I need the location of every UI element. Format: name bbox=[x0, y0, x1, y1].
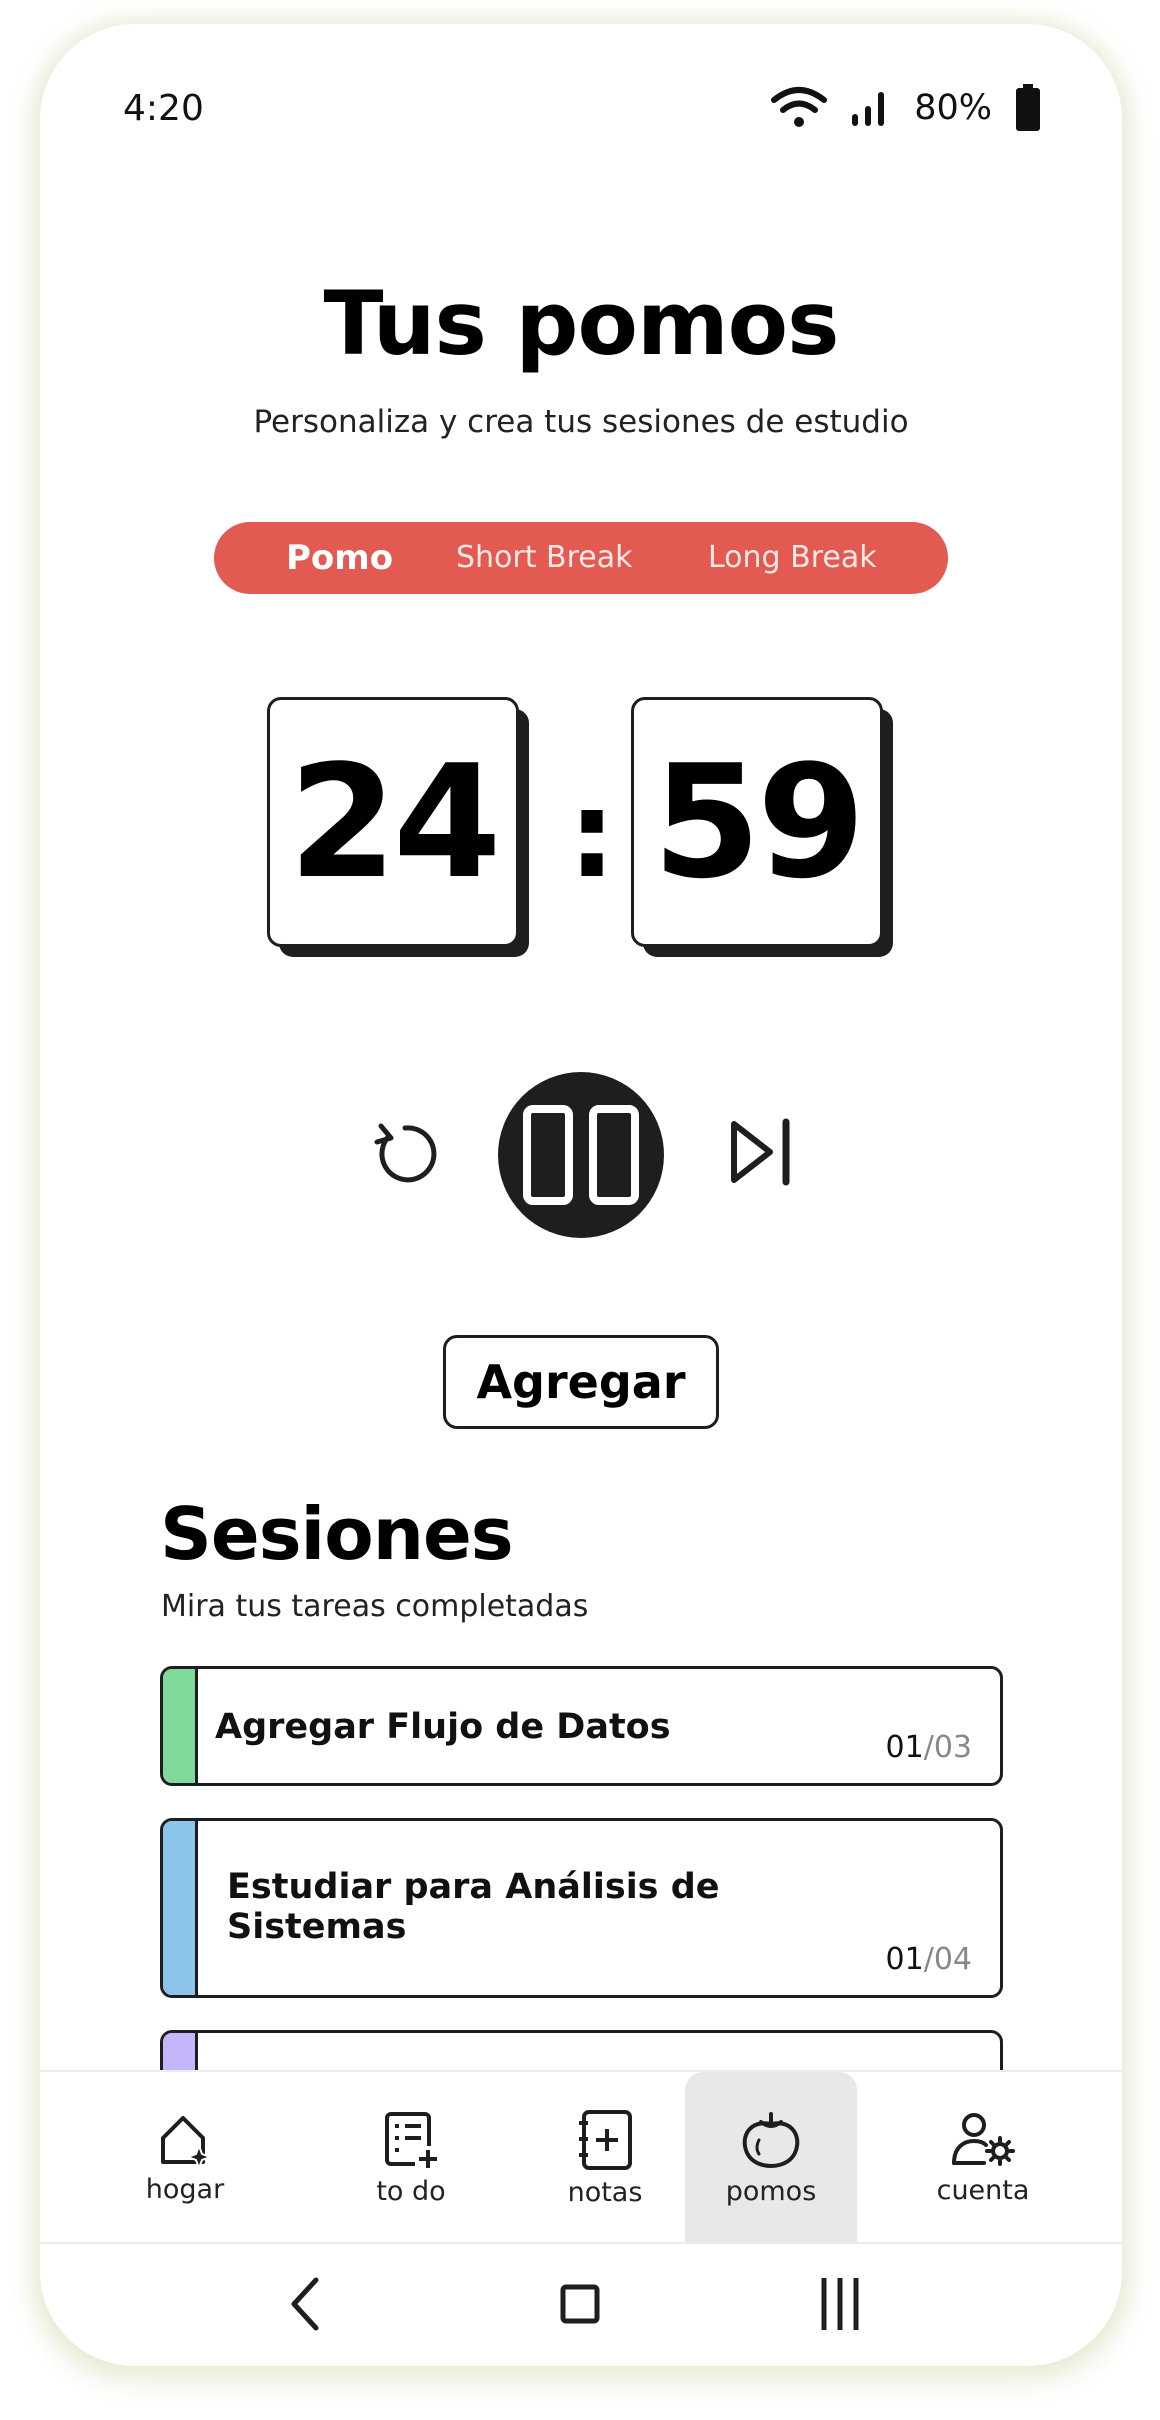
add-button[interactable]: Agregar bbox=[443, 1335, 719, 1429]
tab-pomo[interactable]: Pomo bbox=[286, 522, 393, 594]
tomato-icon bbox=[742, 2111, 800, 2168]
session-color-stripe bbox=[163, 1669, 198, 1783]
page-subtitle: Personaliza y crea tus sesiones de estud… bbox=[253, 404, 909, 440]
session-title: Agregar Flujo de Datos bbox=[215, 1707, 671, 1747]
nav-item-pomos[interactable]: pomos bbox=[685, 2072, 857, 2244]
timer-seconds: 59 bbox=[631, 697, 883, 947]
session-color-stripe bbox=[163, 1821, 198, 1995]
sessions-title: Sesiones bbox=[160, 1492, 514, 1576]
tab-short-break[interactable]: Short Break bbox=[456, 522, 633, 594]
minutes-tile: 24 bbox=[267, 697, 529, 957]
phone-frame: 4:20 80% Tus pomos Personaliza y crea tu… bbox=[40, 24, 1122, 2366]
pause-icon bbox=[515, 1105, 647, 1205]
home-square-icon[interactable] bbox=[550, 2274, 610, 2334]
back-icon[interactable] bbox=[278, 2274, 338, 2334]
bottom-nav: hogar to do notas pomos cuenta bbox=[40, 2070, 1122, 2244]
session-count: 01/04 bbox=[885, 1942, 972, 1977]
seconds-tile: 59 bbox=[631, 697, 893, 957]
battery-percent: 80% bbox=[914, 88, 992, 128]
skip-button[interactable] bbox=[710, 1107, 810, 1197]
session-count: 01/03 bbox=[885, 1730, 972, 1765]
notebook-add-icon bbox=[579, 2109, 632, 2170]
status-time: 4:20 bbox=[123, 88, 204, 129]
session-card[interactable]: Agregar Flujo de Datos 01/03 bbox=[160, 1666, 1003, 1786]
session-card[interactable]: Estudiar para Análisis de Sistemas 01/04 bbox=[160, 1818, 1003, 1998]
mode-tabs: Pomo Short Break Long Break bbox=[214, 522, 948, 594]
skip-next-icon bbox=[731, 1118, 790, 1186]
home-sparkle-icon bbox=[161, 2115, 213, 2168]
checklist-add-icon bbox=[385, 2111, 441, 2170]
nav-item-notas[interactable]: notas bbox=[520, 2072, 690, 2244]
status-icons: 80% bbox=[770, 78, 1042, 138]
sessions-subtitle: Mira tus tareas completadas bbox=[161, 1589, 589, 1624]
recent-apps-icon[interactable] bbox=[810, 2274, 870, 2334]
nav-item-to-do[interactable]: to do bbox=[326, 2072, 496, 2244]
page-title: Tus pomos bbox=[323, 272, 839, 375]
nav-item-hogar[interactable]: hogar bbox=[100, 2072, 270, 2244]
system-nav-bar bbox=[40, 2242, 1122, 2366]
user-settings-icon bbox=[952, 2112, 1015, 2166]
wifi-icon bbox=[771, 87, 828, 127]
nav-item-cuenta[interactable]: cuenta bbox=[898, 2072, 1068, 2244]
pause-button[interactable] bbox=[498, 1072, 664, 1238]
tab-long-break[interactable]: Long Break bbox=[708, 522, 877, 594]
restart-icon bbox=[374, 1123, 437, 1183]
battery-icon bbox=[1016, 84, 1040, 131]
restart-button[interactable] bbox=[360, 1109, 450, 1199]
signal-icon bbox=[852, 92, 885, 126]
timer-minutes: 24 bbox=[267, 697, 519, 947]
timer-separator: : bbox=[568, 766, 616, 905]
session-title: Estudiar para Análisis de Sistemas bbox=[227, 1867, 720, 1947]
